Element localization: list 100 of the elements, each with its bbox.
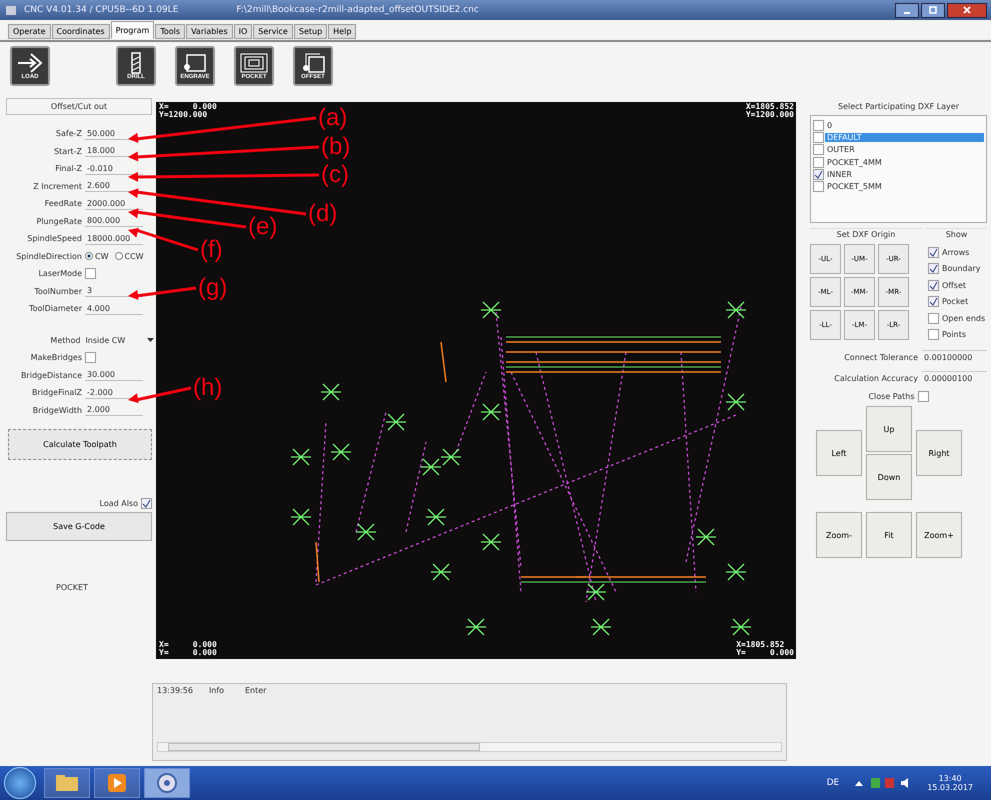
field-label: Safe-Z [54, 129, 83, 138]
log-time: 13:39:56 [157, 686, 193, 695]
field-label: SpindleDirection [15, 252, 83, 261]
taskbar-gear-icon[interactable] [144, 768, 190, 798]
field-label: FeedRate [44, 199, 83, 208]
checkbox[interactable] [85, 352, 96, 364]
checkbox-label: Points [942, 330, 966, 340]
checkbox[interactable] [813, 132, 824, 143]
method-dropdown[interactable]: Inside CW [83, 334, 156, 346]
checkbox[interactable] [813, 120, 824, 131]
field-label: Start-Z [53, 146, 83, 156]
checkbox[interactable] [928, 312, 939, 324]
tab[interactable]: Operate [8, 24, 51, 39]
coordinate-readout: X=1805.852 Y= 0.000 [736, 641, 794, 657]
field-label: LaserMode [37, 269, 83, 278]
field-label: Z Increment [32, 182, 83, 191]
checkbox[interactable] [813, 168, 824, 180]
input-field[interactable]: 0.00100000 [922, 350, 987, 364]
tab[interactable]: Help [328, 24, 356, 39]
annotation-label: (b) [321, 135, 350, 159]
checkbox-label: Pocket [942, 297, 968, 306]
clock-time: 13:40 [938, 774, 962, 783]
checkbox-label: Offset [942, 280, 966, 290]
tab[interactable]: Service [253, 24, 293, 39]
scrollbar-thumb[interactable] [168, 743, 480, 751]
log-level: Info [208, 686, 226, 695]
tab[interactable]: Setup [294, 24, 328, 39]
checkbox[interactable] [928, 263, 939, 274]
app-icon [6, 6, 16, 14]
checkbox[interactable] [813, 156, 824, 168]
checkbox-label: Boundary [942, 264, 981, 274]
field-label: SpindleSpeed [26, 234, 83, 244]
annotation-label: (d) [308, 202, 338, 226]
checkbox[interactable] [928, 246, 939, 258]
radio-label: CW [95, 252, 108, 261]
section-title: Show [944, 230, 968, 239]
minimize-button[interactable] [895, 2, 919, 18]
tab[interactable]: Coordinates [52, 24, 110, 39]
field-label: PlungeRate [35, 216, 83, 226]
layer-item[interactable]: POCKET_4MM [825, 158, 984, 167]
up-button[interactable]: Up [866, 406, 912, 452]
close-button[interactable] [947, 2, 987, 18]
right-button[interactable]: Right [916, 430, 962, 476]
checkbox[interactable] [813, 144, 824, 156]
close-icon [963, 6, 971, 14]
radio-button[interactable] [85, 252, 93, 260]
radio-button[interactable] [114, 252, 122, 260]
annotation-arrow [128, 386, 192, 404]
field-label: ToolDiameter [28, 304, 83, 314]
checkbox-label: Close Paths [868, 392, 915, 401]
radio-label: CCW [124, 252, 144, 261]
checkbox[interactable] [918, 391, 929, 402]
checkbox-label: Load Also [100, 499, 138, 508]
horizontal-scrollbar[interactable] [157, 742, 782, 752]
checkbox[interactable] [928, 280, 939, 291]
tab[interactable]: IO [234, 24, 252, 39]
coordinate-readout: X=1805.852 Y=1200.000 [746, 103, 794, 119]
annotation-label: (f) [200, 238, 223, 262]
checkbox[interactable] [813, 181, 824, 192]
annotation-arrow [128, 286, 196, 300]
annotation-label: (e) [248, 215, 278, 239]
field-label: Method [49, 336, 82, 345]
section-title: Set DXF Origin [836, 230, 896, 239]
fit-button[interactable]: Fit [866, 512, 912, 558]
layer-item[interactable]: OUTER [825, 145, 984, 154]
field-label: BridgeFinalZ [31, 388, 83, 398]
checkbox[interactable] [85, 268, 96, 280]
field-label: ToolNumber [33, 286, 83, 296]
calculate-toolpath-button[interactable]: Calculate Toolpath [8, 429, 152, 460]
input-field[interactable]: 30.000 [85, 369, 143, 382]
layer-item[interactable]: INNER [825, 170, 984, 179]
input-field[interactable]: 2.000 [85, 404, 143, 416]
file-path: F:\2mill\Bookcase-r2mill-adapted_offsetOUTSIDE2.cnc [236, 5, 479, 15]
layer-item[interactable]: POCKET_5MM [825, 182, 984, 192]
maximize-button[interactable] [921, 2, 945, 18]
checkbox[interactable] [928, 329, 939, 340]
layer-item[interactable]: 0 [825, 120, 984, 130]
tab[interactable]: Variables [186, 24, 233, 39]
input-field[interactable]: 4.000 [85, 302, 143, 315]
field-label: Final-Z [54, 164, 83, 174]
taskbar-play-icon[interactable] [94, 768, 140, 798]
taskbar-folder-icon[interactable] [44, 768, 90, 798]
clock-date: 15.03.2017 [927, 783, 973, 792]
tab[interactable]: Tools [155, 24, 186, 39]
zoom-out-button[interactable]: Zoom- [816, 512, 862, 558]
checkbox[interactable] [928, 296, 939, 308]
field-label: MakeBridges [30, 353, 83, 362]
caret-icon [147, 338, 154, 342]
save-gcode-button[interactable]: Save G-Code [6, 512, 152, 541]
down-button[interactable]: Down [866, 454, 912, 500]
language-indicator[interactable]: DE [826, 778, 840, 788]
mode-label: POCKET [56, 583, 89, 592]
tab[interactable]: Program [110, 21, 154, 39]
checkbox[interactable] [141, 498, 152, 509]
input-field[interactable]: 0.00000100 [922, 371, 987, 385]
left-button[interactable]: Left [816, 430, 862, 476]
arrow-into-box-icon [15, 52, 45, 74]
coordinate-readout: X= 0.000 Y=1200.000 [159, 103, 217, 119]
start-button[interactable] [4, 767, 36, 799]
zoom-in-button[interactable]: Zoom+ [916, 512, 962, 558]
